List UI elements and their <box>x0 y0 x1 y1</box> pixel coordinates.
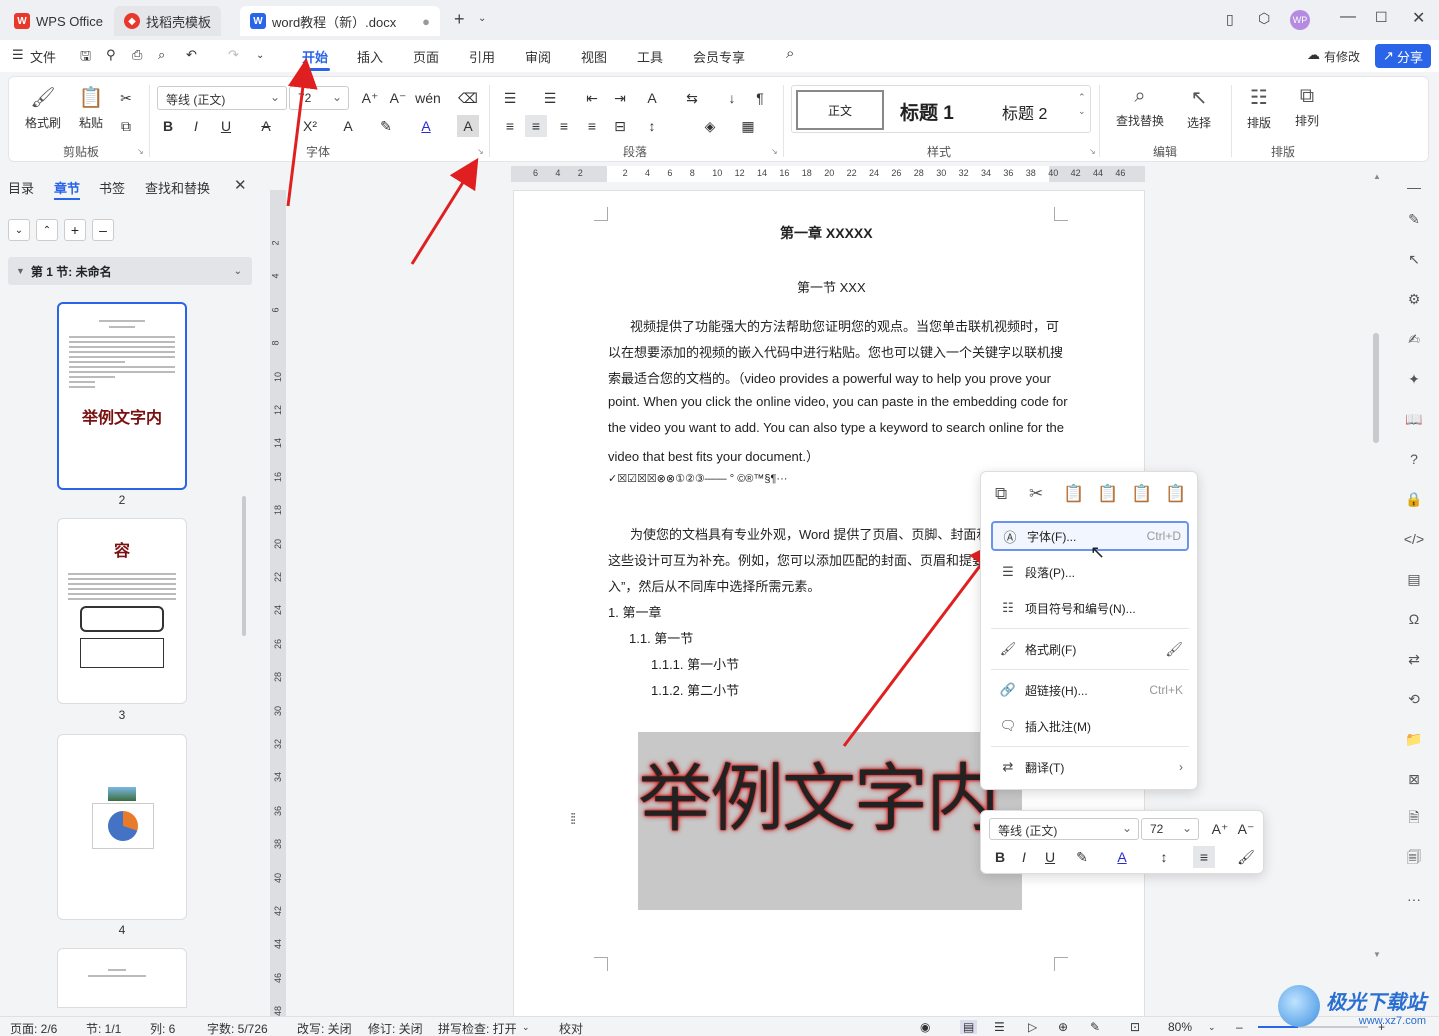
shrink-font-icon[interactable]: A⁻ <box>1235 818 1257 840</box>
underline-icon[interactable]: U <box>1039 846 1061 868</box>
status-overwrite[interactable]: 改写: 关闭 <box>297 1020 352 1036</box>
context-menu: ⧉ ✂ 📋 📋 📋 📋 Ⓐ 字体(F)... Ctrl+D ☰ 段落(P)... ☷ 项… <box>980 471 1198 790</box>
zoom-level[interactable]: 80% <box>1168 1020 1192 1034</box>
status-word-count[interactable]: 字数: 5/726 <box>207 1020 268 1036</box>
lock-icon[interactable]: 🔒 <box>1403 488 1425 510</box>
watermark-logo-icon <box>1278 985 1320 1027</box>
font-icon: Ⓐ <box>1003 529 1017 545</box>
paste-text-only-icon[interactable]: 📋 <box>1131 484 1152 504</box>
magic-icon[interactable]: ✦ <box>1403 368 1425 390</box>
watermark-url: www.xz7.com <box>1358 1014 1426 1027</box>
status-page[interactable]: 页面: 2/6 <box>10 1020 57 1036</box>
page-view-icon[interactable]: ▤ <box>960 1020 978 1034</box>
help-icon[interactable]: ? <box>1403 448 1425 470</box>
font-color-icon[interactable]: A <box>1111 846 1133 868</box>
status-column: 列: 6 <box>150 1022 176 1036</box>
divider <box>991 628 1189 629</box>
mini-size-combo[interactable]: 72 ⌄ <box>1141 818 1199 840</box>
site-watermark: 极光下载站 www.xz7.com <box>1278 980 1426 1032</box>
context-translate[interactable]: ⇄ 翻译(T) › <box>991 752 1189 782</box>
annotation-arrows <box>286 58 1000 747</box>
select-icon[interactable]: ↖ <box>1403 248 1425 270</box>
mini-font-combo[interactable]: 等线 (正文) ⌄ <box>989 818 1139 840</box>
chevron-down-icon[interactable]: ⌄ <box>522 1022 530 1033</box>
crop-icon[interactable]: ⊠ <box>1403 768 1425 790</box>
history-icon[interactable]: ⟲ <box>1403 688 1425 710</box>
arrow-to-font-launcher <box>410 157 479 265</box>
context-bullets[interactable]: ☷ 项目符号和编号(N)... <box>991 593 1189 623</box>
folder-star-icon[interactable]: 📁 <box>1403 728 1425 750</box>
paragraph-icon: ☰ <box>1002 564 1014 579</box>
reader-icon[interactable]: 📖 <box>1403 408 1425 430</box>
context-hyperlink[interactable]: 🔗 超链接(H)... Ctrl+K <box>991 675 1189 705</box>
adjust-icon[interactable]: ⚙ <box>1403 288 1425 310</box>
link-icon: 🔗 <box>999 682 1017 697</box>
grow-font-icon[interactable]: A⁺ <box>1209 818 1231 840</box>
context-insert-comment[interactable]: 🗨 插入批注(M) <box>991 711 1189 741</box>
mini-size-value: 72 <box>1150 822 1164 836</box>
status-section: 节: 1/1 <box>86 1022 122 1036</box>
chevron-down-icon[interactable]: ⌄ <box>1208 1022 1216 1033</box>
chevron-down-icon: ⌄ <box>1181 821 1192 835</box>
web-view-icon[interactable]: ⊕ <box>1058 1020 1068 1034</box>
status-proofing[interactable]: 校对 <box>559 1020 583 1036</box>
divider <box>991 746 1189 747</box>
cut-icon[interactable]: ✂ <box>1029 484 1043 504</box>
format-painter-icon: 🖌 <box>999 641 1017 656</box>
divider <box>991 669 1189 670</box>
paste-icon[interactable]: 📋 <box>1063 484 1084 504</box>
menu-label: 超链接(H)... <box>1025 683 1088 698</box>
document-icon[interactable]: 🗎 <box>1403 808 1425 830</box>
translate-icon: ⇄ <box>1002 759 1014 774</box>
arrow-to-start-tab <box>286 58 318 207</box>
table-icon[interactable]: ▤ <box>1403 568 1425 590</box>
mouse-cursor-icon: ↖ <box>1090 542 1106 562</box>
pen-icon[interactable]: ✎ <box>1403 208 1425 230</box>
annotate-icon[interactable]: ✎ <box>1090 1020 1100 1034</box>
right-sidebar: — ✎ ↖ ⚙ ✍ ✦ 📖 ? 🔒 </> ▤ Ω ⇄ ⟲ 📁 ⊠ 🗎 🗐 ··… <box>1393 166 1433 1014</box>
translate-icon[interactable]: ⇄ <box>1403 648 1425 670</box>
copy-icon[interactable]: ⧉ <box>995 484 1007 504</box>
export-icon[interactable]: 🗐 <box>1403 848 1425 870</box>
highlight-icon[interactable]: ✎ <box>1071 846 1093 868</box>
menu-label: 段落(P)... <box>1025 565 1075 580</box>
bullets-icon: ☷ <box>1002 600 1014 615</box>
bold-icon[interactable]: B <box>989 846 1011 868</box>
mini-toolbar: 等线 (正文) ⌄ 72 ⌄ A⁺ A⁻ B I U ✎ A ↕ ≡ 🖌 <box>980 810 1264 874</box>
more-icon[interactable]: ··· <box>1403 888 1425 910</box>
shortcut: Ctrl+K <box>1149 683 1183 697</box>
status-bar: 页面: 2/6 节: 1/1 列: 6 字数: 5/726 改写: 关闭 修订:… <box>0 1016 1439 1036</box>
menu-label: 翻译(T) <box>1025 760 1065 775</box>
status-track-changes[interactable]: 修订: 关闭 <box>368 1020 423 1036</box>
menu-label: 格式刷(F) <box>1025 642 1077 657</box>
arrow-to-font-menu <box>842 540 1000 747</box>
menu-label: 插入批注(M) <box>1025 719 1091 734</box>
context-format-painter[interactable]: 🖌 格式刷(F) 🖌 <box>991 634 1189 664</box>
chevron-down-icon: ⌄ <box>1121 821 1132 835</box>
status-spell-check[interactable]: 拼写检查: 打开 <box>438 1020 517 1036</box>
eye-icon[interactable]: ◉ <box>920 1020 930 1034</box>
format-painter-lock-icon[interactable]: 🖌 <box>1165 641 1183 658</box>
zoom-out-icon[interactable]: – <box>1236 1020 1243 1034</box>
align-center-icon[interactable]: ≡ <box>1193 846 1215 868</box>
fit-page-icon[interactable]: ⊡ <box>1130 1020 1140 1034</box>
watermark-text: 极光下载站 <box>1326 991 1426 1014</box>
format-painter-icon[interactable]: 🖌 <box>1235 846 1257 868</box>
symbol-icon[interactable]: Ω <box>1403 608 1425 630</box>
line-spacing-icon[interactable]: ↕ <box>1153 846 1175 868</box>
code-icon[interactable]: </> <box>1403 528 1425 550</box>
menu-label: 项目符号和编号(N)... <box>1025 601 1136 616</box>
collapse-bar-icon[interactable]: — <box>1403 176 1425 198</box>
paste-special-icon[interactable]: 📋 <box>1165 484 1186 504</box>
italic-icon[interactable]: I <box>1013 846 1035 868</box>
chevron-right-icon: › <box>1179 760 1183 774</box>
paste-keep-format-icon[interactable]: 📋 <box>1097 484 1118 504</box>
mini-font-value: 等线 (正文) <box>998 824 1058 838</box>
outline-view-icon[interactable]: ☰ <box>994 1020 1005 1034</box>
shortcut: Ctrl+D <box>1146 529 1181 543</box>
comment-icon: 🗨 <box>999 718 1017 733</box>
play-icon[interactable]: ▷ <box>1028 1020 1037 1034</box>
menu-label: 字体(F)... <box>1027 529 1077 544</box>
ai-write-icon[interactable]: ✍ <box>1403 328 1425 350</box>
